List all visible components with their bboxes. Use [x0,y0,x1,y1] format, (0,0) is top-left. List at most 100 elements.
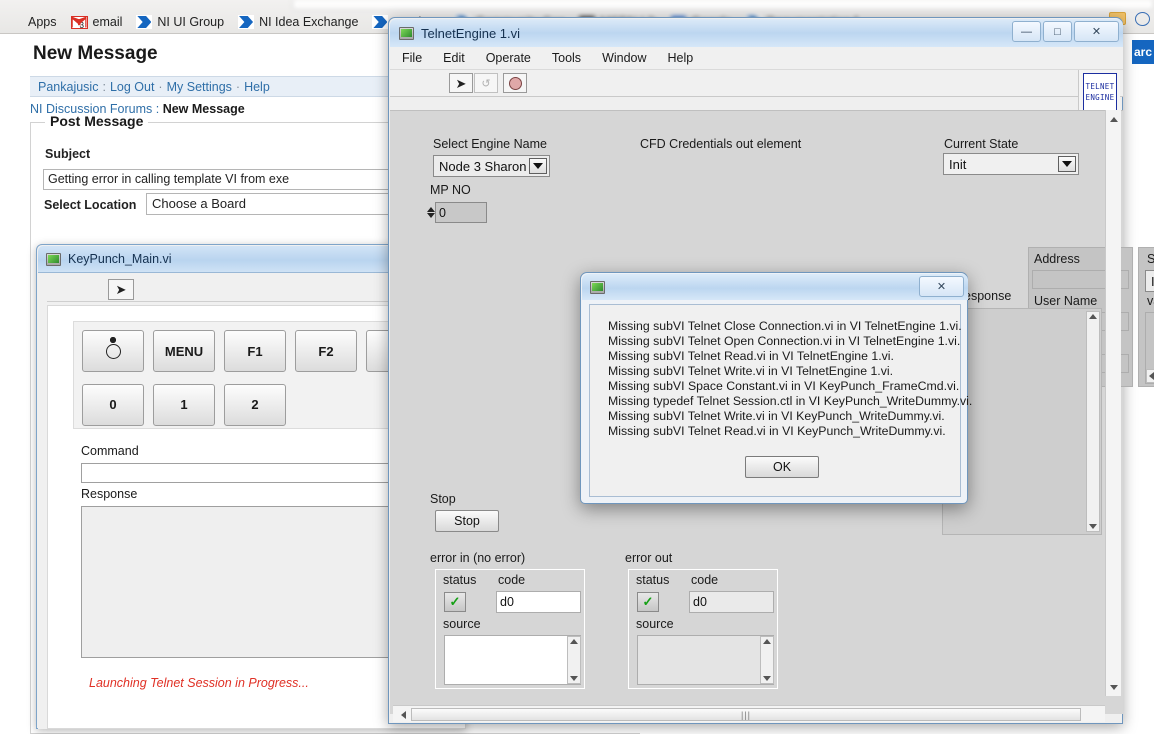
dialog-titlebar[interactable]: ✕ [582,274,968,300]
error-out-status-label: status [636,573,670,587]
error-out-source-field[interactable] [637,635,774,685]
command-label: Command [81,444,139,458]
minimize-button[interactable]: — [1012,21,1041,42]
search-tab[interactable]: arc [1132,40,1154,64]
bookmark-email[interactable]: 3 email [64,13,130,31]
mp-no-label: MP NO [430,183,471,197]
response-textbox[interactable] [81,506,433,658]
engine-name-ring[interactable]: Node 3 Sharon [433,155,550,177]
list-item: Missing subVI Telnet Read.vi in VI Telne… [608,349,894,363]
ni-icon [136,15,153,29]
close-button[interactable]: ✕ [1074,21,1119,42]
run-arrow-glyph: ➤ [115,282,127,297]
command-input[interactable] [81,463,433,483]
variant-label: variant [1147,294,1154,308]
telnet-engine-icon: TELNET ENGINE [1083,73,1117,111]
page-title: New Message [33,43,158,64]
error-in-source-field[interactable] [444,635,581,685]
username-link[interactable]: Pankajusic [38,80,98,94]
userbar-dot-2: · [235,79,241,94]
grid-apps-icon [7,15,23,29]
userbar-dot-1: · [158,79,163,94]
cfd-credentials-label: CFD Credentials out element [640,137,802,151]
stop-button[interactable]: Stop [435,510,499,532]
run-continuous-icon[interactable]: ↺ [474,73,498,93]
f2-button[interactable]: F2 [295,330,357,372]
variant-hscrollbar[interactable] [1146,369,1154,383]
bookmark-ni-ui-group[interactable]: NI UI Group [129,13,231,31]
panel-vertical-scrollbar[interactable] [1105,110,1121,696]
mp-no-value: 0 [439,205,446,220]
f1-button[interactable]: F1 [224,330,286,372]
run-arrow-icon[interactable]: ➤ [108,279,134,300]
chevron-down-icon[interactable] [1058,156,1076,172]
error-out-status-led[interactable]: ✓ [637,592,659,612]
labview-vi-icon [590,280,605,294]
menu-file[interactable]: File [402,51,422,65]
menu-button[interactable]: MENU [153,330,215,372]
vi-icon-pane[interactable]: TELNET ENGINE [1078,70,1120,114]
bookmark-apps[interactable]: Apps [0,13,64,31]
error-in-status-led[interactable]: ✓ [444,592,466,612]
hscroll-thumb[interactable]: ||| [411,708,1081,721]
abort-stop-icon[interactable] [503,73,527,93]
error-out-source-scrollbar[interactable] [760,636,774,684]
my-settings-link[interactable]: My Settings [167,80,232,94]
response-label: Response [81,487,138,501]
mp-no-input[interactable]: 0 [427,202,487,223]
scroll-up-icon [763,639,771,644]
userbar-separator: : [102,79,106,94]
error-out-source-label: source [636,617,674,631]
scroll-down-icon [763,676,771,681]
list-item: Missing subVI Telnet Read.vi in VI KeyPu… [608,424,946,438]
spin-down-icon [427,213,435,218]
scroll-down-icon[interactable] [1107,682,1120,694]
menu-operate[interactable]: Operate [486,51,531,65]
menu-edit[interactable]: Edit [443,51,465,65]
mp-no-spinner[interactable] [426,203,436,222]
telnet-response-scrollbar[interactable] [1086,311,1100,532]
chevron-down-icon[interactable] [529,158,547,174]
error-in-source-scrollbar[interactable] [567,636,581,684]
breadcrumb-current: New Message [162,102,245,116]
telnet-engine-titlebar[interactable]: TelnetEngine 1.vi — □ ✕ [390,19,1123,47]
list-item: Missing subVI Telnet Write.vi in VI Teln… [608,364,894,378]
help-link[interactable]: Help [244,80,270,94]
key-0-button[interactable]: 0 [82,383,144,426]
menu-help[interactable]: Help [668,51,694,65]
telnet-engine-title: TelnetEngine 1.vi [421,25,521,41]
brightness-down-button[interactable] [82,330,144,372]
list-item: Missing subVI Telnet Close Connection.vi… [608,319,962,333]
menu-tools[interactable]: Tools [552,51,581,65]
list-item: Missing subVI Space Constant.vi in VI Ke… [608,379,960,393]
scroll-up-icon[interactable] [1107,112,1120,124]
scroll-down-icon [570,676,578,681]
omnibox-partial[interactable] [292,0,1154,10]
run-arrow-icon[interactable]: ➤ [449,73,473,93]
error-in-source-label: source [443,617,481,631]
maximize-button[interactable]: □ [1043,21,1072,42]
select-ring[interactable]: Init [1145,270,1154,292]
spin-up-icon [427,207,435,212]
missing-subvi-dialog[interactable]: ✕ Missing subVI Telnet Close Connection.… [580,272,972,504]
ok-button[interactable]: OK [745,456,819,478]
menu-window[interactable]: Window [602,51,646,65]
current-state-indicator[interactable]: Init [943,153,1079,175]
labview-vi-icon [399,26,414,40]
error-in-code-field[interactable]: d0 [496,591,581,613]
key-2-button[interactable]: 2 [224,383,286,426]
panel-horizontal-scrollbar[interactable]: ||| [393,705,1105,722]
chrome-account-icon[interactable] [1135,12,1150,26]
ni-icon [238,15,255,29]
select-label: Select [1147,252,1154,266]
dialog-close-button[interactable]: ✕ [919,276,964,297]
missing-subvi-message-list: Missing subVI Telnet Close Connection.vi… [608,319,972,439]
scroll-left-icon[interactable] [395,708,409,721]
search-tab-label: arc [1134,45,1153,59]
address-label: Address [1034,252,1080,266]
current-state-label: Current State [944,137,1019,151]
bookmark-ni-idea-exchange[interactable]: NI Idea Exchange [231,13,365,31]
logout-link[interactable]: Log Out [110,80,154,94]
error-out-code-field[interactable]: d0 [689,591,774,613]
key-1-button[interactable]: 1 [153,383,215,426]
